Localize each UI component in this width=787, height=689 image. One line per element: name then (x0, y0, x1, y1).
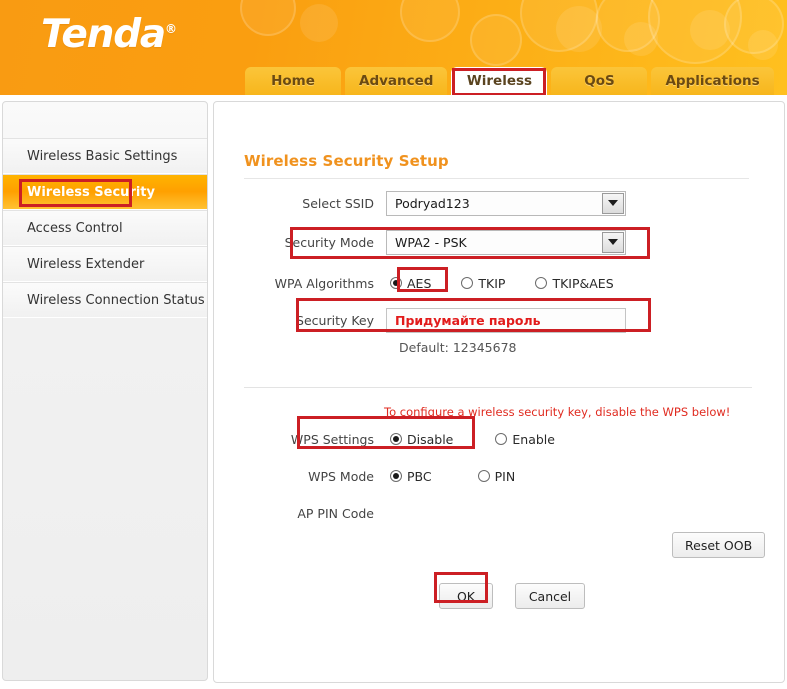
section-divider (244, 387, 752, 388)
radio-tkip[interactable]: TKIP (457, 274, 509, 293)
security-mode-dropdown[interactable]: WPA2 - PSK (386, 229, 626, 255)
tab-wireless[interactable]: Wireless (451, 67, 548, 95)
radio-wps-enable-label: Enable (512, 431, 555, 447)
row-security-key: Security Key Придумайте пароль (254, 307, 626, 333)
sidebar-top-spacer (3, 102, 207, 138)
tab-wireless-label: Wireless (466, 73, 533, 89)
tab-advanced[interactable]: Advanced (345, 67, 448, 95)
row-wpa-algorithms: WPA Algorithms AES TKIP TKIP&AES (254, 270, 618, 296)
select-ssid-dropdown[interactable]: Podryad123 (386, 190, 626, 216)
sidebar-item-wireless-security[interactable]: Wireless Security (3, 174, 207, 210)
chevron-down-icon[interactable] (602, 231, 624, 253)
sidebar-item-label: Wireless Basic Settings (27, 149, 178, 164)
radio-aes-indicator-icon (390, 277, 402, 289)
tab-home[interactable]: Home (245, 67, 341, 95)
wps-mode-label: WPS Mode (308, 468, 374, 484)
radio-wps-pbc[interactable]: PBC (386, 467, 436, 486)
ok-button[interactable]: OK (439, 583, 493, 609)
sidebar-item-label: Access Control (27, 221, 123, 236)
radio-wps-disable-label: Disable (407, 431, 454, 447)
tab-applications-label: Applications (665, 73, 760, 89)
row-ap-pin-code: AP PIN Code (254, 500, 386, 526)
site-header: Tenda® Home Advanced Wireless QoS Applic… (0, 0, 787, 95)
sidebar-item-wireless-extender[interactable]: Wireless Extender (3, 246, 207, 282)
ap-pin-code-label: AP PIN Code (297, 505, 374, 521)
sidebar-item-wireless-connection-status[interactable]: Wireless Connection Status (3, 282, 207, 318)
tab-applications[interactable]: Applications (651, 67, 774, 95)
select-ssid-value: Podryad123 (395, 195, 470, 211)
page-body: Wireless Basic Settings Wireless Securit… (0, 95, 787, 689)
radio-wps-pin[interactable]: PIN (474, 467, 520, 486)
sidebar-item-access-control[interactable]: Access Control (3, 210, 207, 246)
radio-wps-disable-indicator-icon (390, 433, 402, 445)
radio-wps-pin-label: PIN (494, 468, 516, 484)
wps-settings-radio-group: Disable Enable (386, 430, 559, 449)
tab-qos[interactable]: QoS (551, 67, 648, 95)
reset-oob-button[interactable]: Reset OOB (672, 532, 766, 558)
tab-advanced-label: Advanced (359, 73, 434, 89)
radio-wps-pbc-indicator-icon (390, 470, 402, 482)
radio-tkip-aes-indicator-icon (535, 277, 548, 289)
select-ssid-label: Select SSID (302, 195, 374, 211)
sidebar-item-wireless-basic-settings[interactable]: Wireless Basic Settings (3, 138, 207, 174)
radio-tkip-aes-label: TKIP&AES (552, 275, 614, 291)
sidebar-item-label: Wireless Extender (27, 257, 145, 272)
radio-aes[interactable]: AES (386, 274, 435, 293)
radio-wps-disable[interactable]: Disable (386, 430, 457, 449)
radio-aes-label: AES (407, 275, 432, 291)
tab-home-label: Home (271, 73, 315, 89)
wps-warning-text: To configure a wireless security key, di… (384, 405, 731, 419)
tenda-logo: Tenda® (41, 15, 177, 54)
tab-qos-label: QoS (584, 73, 615, 89)
sidebar: Wireless Basic Settings Wireless Securit… (2, 101, 208, 681)
radio-wps-enable[interactable]: Enable (491, 430, 559, 449)
row-wps-mode: WPS Mode PBC PIN (254, 463, 519, 489)
security-key-default-hint: Default: 12345678 (399, 340, 517, 355)
content-panel: Wireless Security Setup Select SSID Podr… (213, 101, 785, 683)
wps-settings-label: WPS Settings (290, 431, 374, 447)
row-select-ssid: Select SSID Podryad123 (254, 190, 626, 216)
sidebar-item-label: Wireless Connection Status (27, 293, 205, 308)
page-title: Wireless Security Setup (244, 152, 449, 170)
chevron-down-icon[interactable] (602, 192, 624, 214)
security-mode-value: WPA2 - PSK (395, 234, 467, 250)
title-divider (244, 178, 749, 179)
radio-wps-pbc-label: PBC (407, 468, 432, 484)
wps-mode-radio-group: PBC PIN (386, 467, 519, 486)
radio-tkip-label: TKIP (478, 275, 506, 291)
sidebar-item-label: Wireless Security (27, 185, 155, 200)
security-mode-label: Security Mode (284, 234, 374, 250)
radio-wps-enable-indicator-icon (495, 433, 508, 445)
security-key-label: Security Key (296, 312, 374, 328)
security-key-input[interactable]: Придумайте пароль (386, 307, 626, 333)
row-security-mode: Security Mode WPA2 - PSK (254, 229, 626, 255)
main-nav-tabs: Home Advanced Wireless QoS Applications (245, 65, 774, 95)
reset-oob-wrapper: Reset OOB (672, 532, 766, 558)
row-wps-settings: WPS Settings Disable Enable (254, 426, 559, 452)
wpa-algorithms-radio-group: AES TKIP TKIP&AES (386, 274, 618, 293)
radio-wps-pin-indicator-icon (477, 470, 490, 482)
security-key-value: Придумайте пароль (395, 312, 541, 328)
logo-wordmark: Tenda (41, 12, 166, 57)
logo-trademark-icon: ® (165, 22, 178, 36)
radio-tkip-aes[interactable]: TKIP&AES (531, 274, 617, 293)
form-action-buttons: OK Cancel (439, 583, 585, 609)
cancel-button[interactable]: Cancel (515, 583, 585, 609)
radio-tkip-indicator-icon (461, 277, 474, 289)
wpa-algorithms-label: WPA Algorithms (274, 275, 374, 291)
